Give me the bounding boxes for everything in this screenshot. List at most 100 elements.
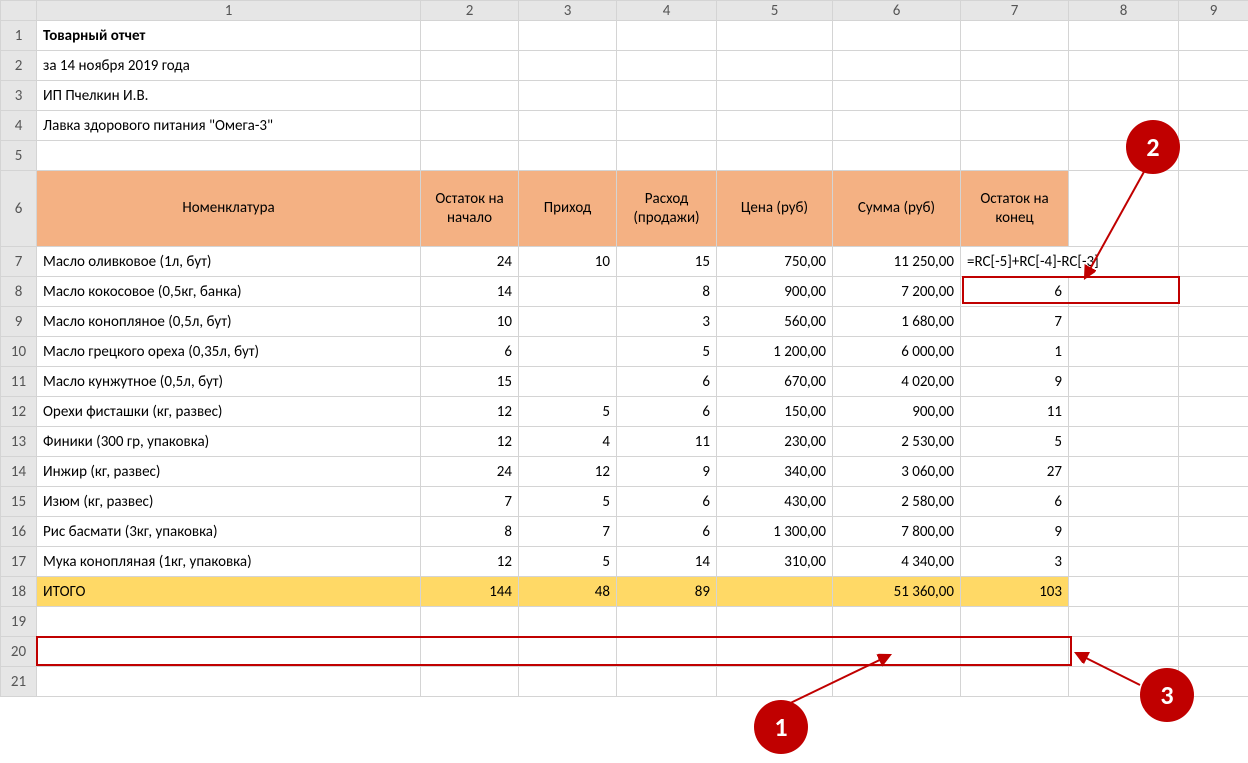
col-header-1[interactable]: 1 <box>37 1 421 21</box>
cell[interactable] <box>717 141 833 171</box>
row-header-16[interactable]: 16 <box>1 517 37 547</box>
item-sum[interactable]: 900,00 <box>833 397 961 427</box>
meta-cell[interactable]: за 14 ноября 2019 года <box>37 51 421 81</box>
item-out[interactable]: 3 <box>617 307 717 337</box>
total-in[interactable]: 48 <box>519 577 617 607</box>
cell[interactable] <box>1069 367 1179 397</box>
cell[interactable] <box>1179 427 1248 457</box>
col-header-5[interactable]: 5 <box>717 1 833 21</box>
meta-cell[interactable]: ИП Пчелкин И.В. <box>37 81 421 111</box>
cell[interactable] <box>961 111 1069 141</box>
item-start[interactable]: 12 <box>421 547 519 577</box>
total-price[interactable] <box>717 577 833 607</box>
item-name[interactable]: Мука конопляная (1кг, упаковка) <box>37 547 421 577</box>
cell[interactable] <box>617 81 717 111</box>
cell[interactable] <box>519 141 617 171</box>
item-start[interactable]: 7 <box>421 487 519 517</box>
cell[interactable] <box>833 51 961 81</box>
cell[interactable] <box>1179 457 1248 487</box>
table-header-c5[interactable]: Цена (руб) <box>717 171 833 247</box>
cell[interactable] <box>1179 577 1248 607</box>
cell[interactable] <box>1179 517 1248 547</box>
item-start[interactable]: 24 <box>421 457 519 487</box>
item-in[interactable]: 5 <box>519 547 617 577</box>
column-header-row[interactable]: 1 2 3 4 5 6 7 8 9 <box>1 1 1248 21</box>
item-end[interactable]: 9 <box>961 367 1069 397</box>
item-price[interactable]: 670,00 <box>717 367 833 397</box>
item-name[interactable]: Масло оливковое (1л, бут) <box>37 247 421 277</box>
row-header-2[interactable]: 2 <box>1 51 37 81</box>
table-header-c6[interactable]: Сумма (руб) <box>833 171 961 247</box>
cell[interactable] <box>37 637 421 667</box>
cell[interactable] <box>1179 367 1248 397</box>
cell[interactable] <box>1069 51 1179 81</box>
cell[interactable] <box>961 607 1069 637</box>
item-out[interactable]: 6 <box>617 397 717 427</box>
col-header-3[interactable]: 3 <box>519 1 617 21</box>
cell[interactable] <box>833 21 961 51</box>
item-price[interactable]: 340,00 <box>717 457 833 487</box>
item-price[interactable]: 750,00 <box>717 247 833 277</box>
cell[interactable] <box>617 111 717 141</box>
item-sum[interactable]: 6 000,00 <box>833 337 961 367</box>
item-out[interactable]: 9 <box>617 457 717 487</box>
cell[interactable] <box>519 21 617 51</box>
item-start[interactable]: 14 <box>421 277 519 307</box>
cell[interactable] <box>617 607 717 637</box>
item-name[interactable]: Масло грецкого ореха (0,35л, бут) <box>37 337 421 367</box>
cell[interactable] <box>1069 577 1179 607</box>
item-price[interactable]: 150,00 <box>717 397 833 427</box>
cell[interactable] <box>519 81 617 111</box>
item-in[interactable] <box>519 367 617 397</box>
row-header-20[interactable]: 20 <box>1 637 37 667</box>
cell[interactable] <box>1179 21 1248 51</box>
item-sum[interactable]: 2 580,00 <box>833 487 961 517</box>
table-header-c4[interactable]: Расход (продажи) <box>617 171 717 247</box>
item-sum[interactable]: 4 340,00 <box>833 547 961 577</box>
item-in[interactable]: 5 <box>519 397 617 427</box>
cell[interactable] <box>1179 307 1248 337</box>
item-sum[interactable]: 3 060,00 <box>833 457 961 487</box>
select-all-corner[interactable] <box>1 1 37 21</box>
total-end[interactable]: 103 <box>961 577 1069 607</box>
table-header-c3[interactable]: Приход <box>519 171 617 247</box>
meta-cell[interactable]: Лавка здорового питания "Омега-3" <box>37 111 421 141</box>
row-header-11[interactable]: 11 <box>1 367 37 397</box>
cell[interactable] <box>421 111 519 141</box>
item-out[interactable]: 5 <box>617 337 717 367</box>
row-header-17[interactable]: 17 <box>1 547 37 577</box>
item-sum[interactable]: 1 680,00 <box>833 307 961 337</box>
row-header-18[interactable]: 18 <box>1 577 37 607</box>
item-name[interactable]: Масло конопляное (0,5л, бут) <box>37 307 421 337</box>
table-header-c7[interactable]: Остаток на конец <box>961 171 1069 247</box>
item-end[interactable]: 11 <box>961 397 1069 427</box>
cell[interactable] <box>1179 141 1248 171</box>
row-header-9[interactable]: 9 <box>1 307 37 337</box>
cell[interactable] <box>961 51 1069 81</box>
cell[interactable] <box>37 667 421 697</box>
cell[interactable] <box>1069 337 1179 367</box>
cell[interactable] <box>1069 397 1179 427</box>
item-end[interactable]: 27 <box>961 457 1069 487</box>
item-out[interactable]: 8 <box>617 277 717 307</box>
item-end[interactable]: 6 <box>961 277 1069 307</box>
item-end[interactable]: 1 <box>961 337 1069 367</box>
row-header-14[interactable]: 14 <box>1 457 37 487</box>
item-end[interactable]: 7 <box>961 307 1069 337</box>
item-name[interactable]: Финики (300 гр, упаковка) <box>37 427 421 457</box>
cell[interactable] <box>833 141 961 171</box>
row-header-13[interactable]: 13 <box>1 427 37 457</box>
cell[interactable] <box>519 51 617 81</box>
item-sum[interactable]: 4 020,00 <box>833 367 961 397</box>
item-in[interactable]: 12 <box>519 457 617 487</box>
total-out[interactable]: 89 <box>617 577 717 607</box>
item-name[interactable]: Масло кунжутное (0,5л, бут) <box>37 367 421 397</box>
item-out[interactable]: 6 <box>617 487 717 517</box>
table-header-c1[interactable]: Номенклатура <box>37 171 421 247</box>
item-start[interactable]: 12 <box>421 397 519 427</box>
row-header-7[interactable]: 7 <box>1 247 37 277</box>
item-start[interactable]: 10 <box>421 307 519 337</box>
cell[interactable] <box>961 81 1069 111</box>
cell[interactable] <box>617 667 717 697</box>
cell[interactable] <box>1069 607 1179 637</box>
